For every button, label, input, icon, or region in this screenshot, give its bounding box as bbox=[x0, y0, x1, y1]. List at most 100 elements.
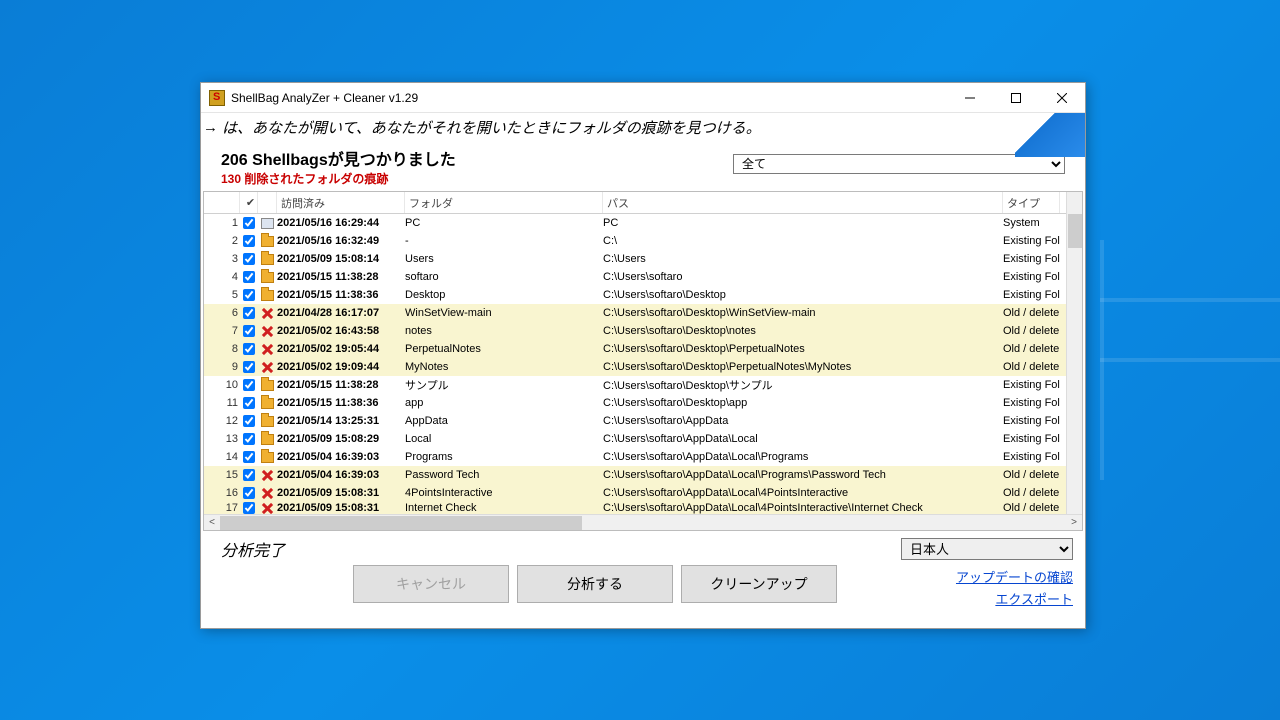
language-select[interactable]: 日本人 bbox=[901, 538, 1073, 560]
table-row[interactable]: 132021/05/09 15:08:29LocalC:\Users\softa… bbox=[204, 430, 1082, 448]
row-checkbox[interactable] bbox=[240, 397, 258, 409]
row-icon bbox=[258, 361, 277, 374]
row-checkbox[interactable] bbox=[240, 469, 258, 481]
table-row[interactable]: 52021/05/15 11:38:36DesktopC:\Users\soft… bbox=[204, 286, 1082, 304]
row-type: System bbox=[1003, 217, 1060, 229]
row-folder: PerpetualNotes bbox=[405, 343, 603, 355]
row-checkbox[interactable] bbox=[240, 217, 258, 229]
row-path: C:\Users\softaro\Desktop\PerpetualNotes\… bbox=[603, 361, 1003, 373]
analyze-button[interactable]: 分析する bbox=[517, 565, 673, 603]
row-visited: 2021/05/14 13:25:31 bbox=[277, 415, 405, 427]
row-folder: Desktop bbox=[405, 289, 603, 301]
row-checkbox[interactable] bbox=[240, 253, 258, 265]
row-type: Old / delete bbox=[1003, 307, 1060, 319]
export-link[interactable]: エクスポート bbox=[956, 589, 1073, 611]
row-number: 2 bbox=[204, 235, 240, 247]
row-visited: 2021/05/02 19:09:44 bbox=[277, 361, 405, 373]
table-row[interactable]: 142021/05/04 16:39:03ProgramsC:\Users\so… bbox=[204, 448, 1082, 466]
table-row[interactable]: 42021/05/15 11:38:28softaroC:\Users\soft… bbox=[204, 268, 1082, 286]
vertical-scrollbar[interactable] bbox=[1066, 192, 1082, 514]
row-checkbox[interactable] bbox=[240, 379, 258, 391]
table-row[interactable]: 162021/05/09 15:08:314PointsInteractiveC… bbox=[204, 484, 1082, 502]
folder-icon bbox=[261, 398, 274, 409]
row-checkbox[interactable] bbox=[240, 289, 258, 301]
filter-select[interactable]: 全て bbox=[733, 154, 1065, 174]
maximize-button[interactable] bbox=[993, 83, 1039, 113]
col-folder[interactable]: フォルダ bbox=[405, 192, 603, 213]
table-header[interactable]: ✔ 訪問済み フォルダ パス タイプ bbox=[204, 192, 1082, 214]
table-body: 12021/05/16 16:29:44PCPCSystem22021/05/1… bbox=[204, 214, 1082, 514]
hscroll-thumb[interactable] bbox=[220, 516, 582, 530]
table-row[interactable]: 62021/04/28 16:17:07WinSetView-mainC:\Us… bbox=[204, 304, 1082, 322]
row-path: C:\Users\softaro\AppData\Local bbox=[603, 433, 1003, 445]
row-checkbox[interactable] bbox=[240, 343, 258, 355]
row-type: Old / delete bbox=[1003, 361, 1060, 373]
row-checkbox[interactable] bbox=[240, 307, 258, 319]
row-folder: - bbox=[405, 235, 603, 247]
row-visited: 2021/05/09 15:08:31 bbox=[277, 487, 405, 499]
table-row[interactable]: 12021/05/16 16:29:44PCPCSystem bbox=[204, 214, 1082, 232]
row-folder: Local bbox=[405, 433, 603, 445]
vscroll-thumb[interactable] bbox=[1068, 214, 1082, 248]
col-number[interactable] bbox=[204, 192, 240, 213]
cancel-button[interactable]: キャンセル bbox=[353, 565, 509, 603]
cleanup-button[interactable]: クリーンアップ bbox=[681, 565, 837, 603]
table-row[interactable]: 92021/05/02 19:09:44MyNotesC:\Users\soft… bbox=[204, 358, 1082, 376]
row-type: Old / delete bbox=[1003, 487, 1060, 499]
app-icon bbox=[209, 90, 225, 106]
folder-icon bbox=[261, 380, 274, 391]
close-icon bbox=[1057, 93, 1067, 103]
check-update-link[interactable]: アップデートの確認 bbox=[956, 567, 1073, 589]
table-row[interactable]: 32021/05/09 15:08:14UsersC:\UsersExistin… bbox=[204, 250, 1082, 268]
table-row[interactable]: 102021/05/15 11:38:28サンプルC:\Users\softar… bbox=[204, 376, 1082, 394]
row-folder: PC bbox=[405, 217, 603, 229]
row-checkbox[interactable] bbox=[240, 487, 258, 499]
row-checkbox[interactable] bbox=[240, 361, 258, 373]
col-check[interactable]: ✔ bbox=[240, 192, 258, 213]
folder-icon bbox=[261, 254, 274, 265]
deleted-icon bbox=[261, 502, 274, 515]
table-row[interactable]: 22021/05/16 16:32:49-C:\Existing Fol bbox=[204, 232, 1082, 250]
row-folder: Users bbox=[405, 253, 603, 265]
row-path: C:\Users\softaro\Desktop bbox=[603, 289, 1003, 301]
arrow-icon: → bbox=[203, 119, 218, 136]
row-type: Old / delete bbox=[1003, 502, 1060, 514]
table-row[interactable]: 172021/05/09 15:08:31Internet CheckC:\Us… bbox=[204, 502, 1082, 514]
table-row[interactable]: 82021/05/02 19:05:44PerpetualNotesC:\Use… bbox=[204, 340, 1082, 358]
horizontal-scrollbar[interactable]: < > bbox=[204, 514, 1082, 530]
row-type: Old / delete bbox=[1003, 343, 1060, 355]
maximize-icon bbox=[1011, 93, 1021, 103]
minimize-icon bbox=[965, 93, 975, 103]
row-folder: app bbox=[405, 397, 603, 409]
row-checkbox[interactable] bbox=[240, 271, 258, 283]
scroll-right-icon[interactable]: > bbox=[1066, 517, 1082, 528]
table-row[interactable]: 152021/05/04 16:39:03Password TechC:\Use… bbox=[204, 466, 1082, 484]
row-icon bbox=[258, 236, 277, 247]
scroll-left-icon[interactable]: < bbox=[204, 517, 220, 528]
row-checkbox[interactable] bbox=[240, 433, 258, 445]
table-row[interactable]: 122021/05/14 13:25:31AppDataC:\Users\sof… bbox=[204, 412, 1082, 430]
col-icon[interactable] bbox=[258, 192, 277, 213]
table-row[interactable]: 72021/05/02 16:43:58notesC:\Users\softar… bbox=[204, 322, 1082, 340]
table-row[interactable]: 112021/05/15 11:38:36appC:\Users\softaro… bbox=[204, 394, 1082, 412]
col-type[interactable]: タイプ bbox=[1003, 192, 1060, 213]
row-type: Existing Fol bbox=[1003, 379, 1060, 391]
row-folder: MyNotes bbox=[405, 361, 603, 373]
row-checkbox[interactable] bbox=[240, 451, 258, 463]
row-visited: 2021/05/09 15:08:29 bbox=[277, 433, 405, 445]
minimize-button[interactable] bbox=[947, 83, 993, 113]
row-icon bbox=[258, 254, 277, 265]
titlebar[interactable]: ShellBag AnalyZer + Cleaner v1.29 bbox=[201, 83, 1085, 113]
row-number: 4 bbox=[204, 271, 240, 283]
pc-icon bbox=[261, 218, 274, 229]
row-checkbox[interactable] bbox=[240, 235, 258, 247]
app-subtitle: → は、あなたが開いて、あなたがそれを開いたときにフォルダの痕跡を見つける。 bbox=[201, 113, 1085, 146]
row-type: Old / delete bbox=[1003, 325, 1060, 337]
row-checkbox[interactable] bbox=[240, 415, 258, 427]
row-checkbox[interactable] bbox=[240, 325, 258, 337]
col-path[interactable]: パス bbox=[603, 192, 1003, 213]
close-button[interactable] bbox=[1039, 83, 1085, 113]
row-checkbox[interactable] bbox=[240, 502, 258, 514]
row-type: Existing Fol bbox=[1003, 451, 1060, 463]
col-visited[interactable]: 訪問済み bbox=[277, 192, 405, 213]
